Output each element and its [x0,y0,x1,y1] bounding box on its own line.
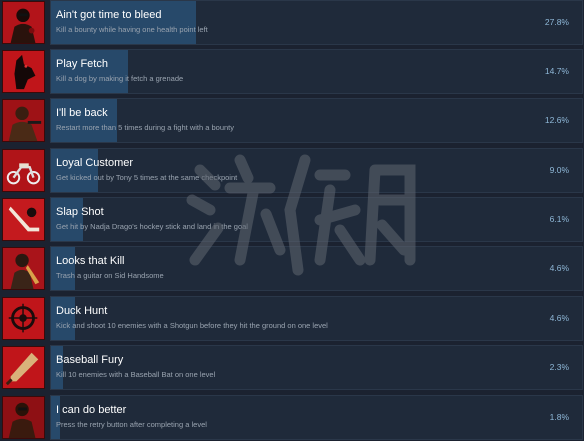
achievement-card: Baseball Fury Kill 10 enemies with a Bas… [50,345,583,390]
rockstar-icon [2,247,45,290]
mercenary-icon [2,99,45,142]
achievement-description: Restart more than 5 times during a fight… [56,123,235,132]
achievement-card: I can do better Press the retry button a… [50,395,583,440]
achievement-card: Duck Hunt Kick and shoot 10 enemies with… [50,296,583,341]
achievement-title: Duck Hunt [56,305,108,317]
achievement-row[interactable]: Play Fetch Kill a dog by making it fetch… [0,49,584,94]
achievement-title: Baseball Fury [56,354,124,366]
unlock-percent: 4.6% [549,313,569,323]
unlock-percent: 27.8% [544,17,569,27]
achievement-card: Slap Shot Get hit by Nadja Drago's hocke… [50,197,583,242]
achievement-title: Slap Shot [56,206,104,218]
achievement-row[interactable]: Baseball Fury Kill 10 enemies with a Bas… [0,345,584,390]
achievement-description: Kick and shoot 10 enemies with a Shotgun… [56,321,328,330]
unlock-percent: 12.6% [544,115,569,125]
achievement-title: I'll be back [56,107,108,119]
achievement-row[interactable]: Ain't got time to bleed Kill a bounty wh… [0,0,584,45]
unlock-rate-bar [51,50,128,93]
achievement-card: Looks that Kill Trash a guitar on Sid Ha… [50,246,583,291]
achievement-row[interactable]: Duck Hunt Kick and shoot 10 enemies with… [0,296,584,341]
unlock-rate-bar [51,297,75,340]
unlock-percent: 6.1% [549,214,569,224]
achievement-row[interactable]: I'll be back Restart more than 5 times d… [0,98,584,143]
achievement-row[interactable]: Looks that Kill Trash a guitar on Sid Ha… [0,246,584,291]
unlock-percent: 1.8% [549,412,569,422]
unlock-percent: 4.6% [549,263,569,273]
unlock-percent: 14.7% [544,66,569,76]
doberman-dog-icon [2,50,45,93]
achievement-row[interactable]: I can do better Press the retry button a… [0,395,584,440]
achievement-description: Kill a dog by making it fetch a grenade [56,74,184,83]
unlock-rate-bar [51,1,196,44]
duck-target-icon [2,297,45,340]
achievement-description: Trash a guitar on Sid Handsome [56,271,164,280]
unlock-rate-bar [51,247,75,290]
achievement-card: Play Fetch Kill a dog by making it fetch… [50,49,583,94]
unlock-rate-bar [51,99,117,142]
hockey-stick-icon [2,198,45,241]
achievement-description: Kill 10 enemies with a Baseball Bat on o… [56,370,216,379]
retry-gunman-icon [2,396,45,439]
achievement-title: Looks that Kill [56,255,125,267]
achievement-card: I'll be back Restart more than 5 times d… [50,98,583,143]
achievement-description: Kill a bounty while having one health po… [56,25,208,34]
achievement-list: Ain't got time to bleed Kill a bounty wh… [0,0,584,441]
unlock-percent: 9.0% [549,165,569,175]
baseball-bat-icon [2,346,45,389]
unlock-rate-bar [51,346,63,389]
achievement-card: Ain't got time to bleed Kill a bounty wh… [50,0,583,45]
achievement-title: Play Fetch [56,58,108,70]
achievement-title: I can do better [56,404,127,416]
unlock-rate-bar [51,149,98,192]
unlock-rate-bar [51,198,83,241]
achievement-card: Loyal Customer Get kicked out by Tony 5 … [50,148,583,193]
achievement-description: Press the retry button after completing … [56,420,207,429]
achievement-description: Get hit by Nadja Drago's hockey stick an… [56,222,248,231]
achievement-row[interactable]: Loyal Customer Get kicked out by Tony 5 … [0,148,584,193]
motorcycle-icon [2,149,45,192]
achievement-title: Ain't got time to bleed [56,9,162,21]
achievement-row[interactable]: Slap Shot Get hit by Nadja Drago's hocke… [0,197,584,242]
unlock-rate-bar [51,396,60,439]
bleeding-gunman-icon [2,1,45,44]
achievement-description: Get kicked out by Tony 5 times at the sa… [56,173,238,182]
unlock-percent: 2.3% [549,362,569,372]
achievement-title: Loyal Customer [56,157,134,169]
